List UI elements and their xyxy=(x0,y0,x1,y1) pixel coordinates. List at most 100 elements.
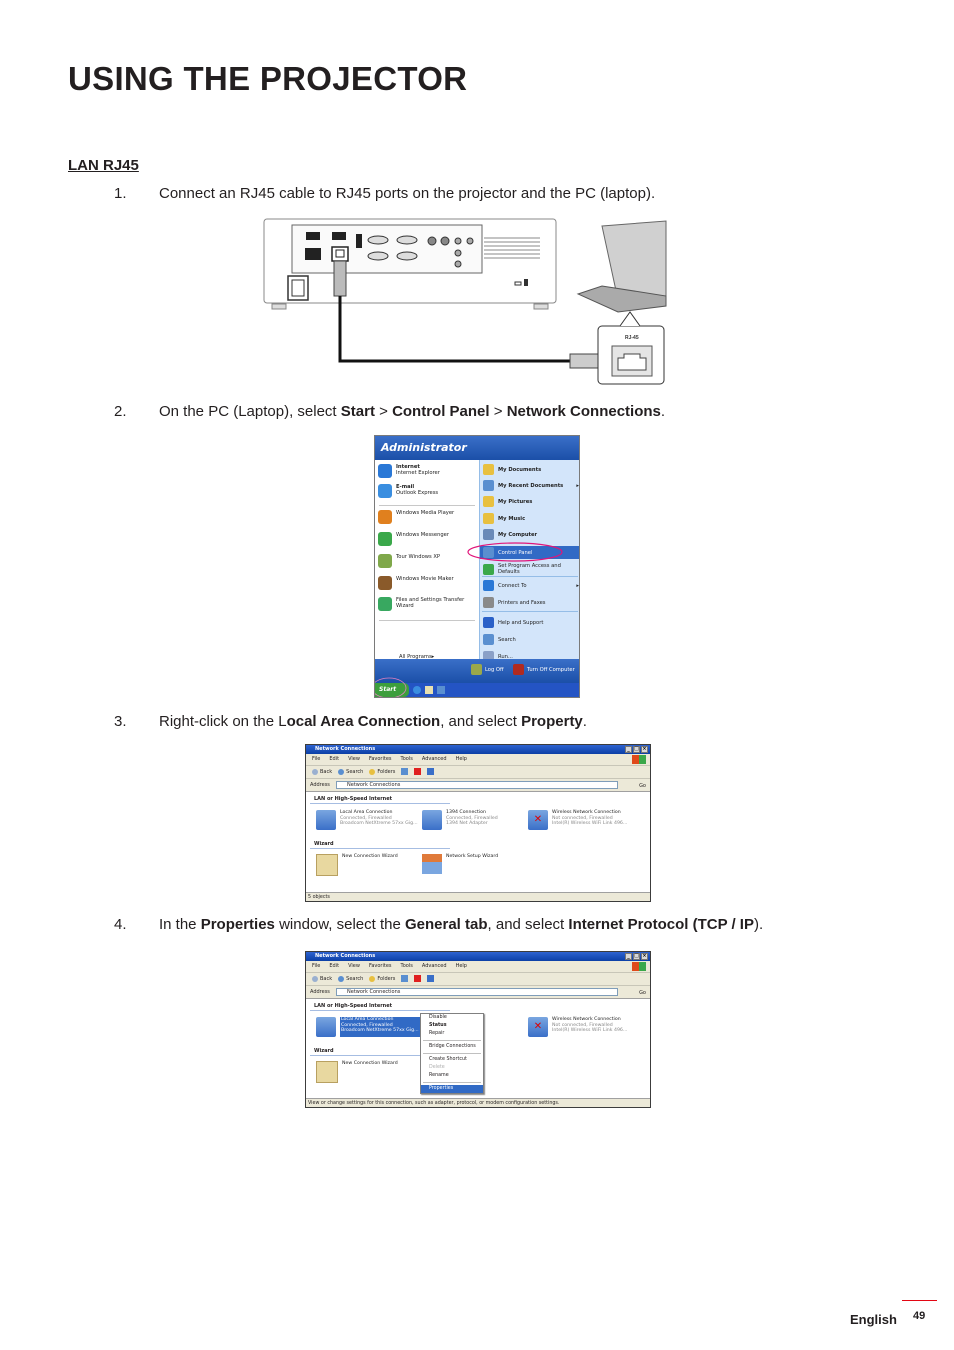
minimize-button[interactable]: _ xyxy=(625,746,632,753)
undo-icon[interactable] xyxy=(401,975,409,982)
start-menu-program[interactable]: Windows Messenger xyxy=(378,532,472,546)
context-menu-item-repair[interactable]: Repair xyxy=(421,1030,483,1038)
toolbar-folders-button[interactable]: Folders xyxy=(369,973,395,985)
network-connections-window-context: Network Connections _ □ × File Edit View Favo… xyxy=(305,951,651,1108)
start-menu-item[interactable]: My Pictures xyxy=(483,496,579,507)
start-menu-item[interactable]: My Music xyxy=(483,513,579,524)
views-icon[interactable] xyxy=(427,975,435,982)
connection-local-area[interactable]: Local Area Connection Connected, Firewall… xyxy=(316,810,418,830)
home-network-icon xyxy=(422,854,442,874)
menu-advanced[interactable]: Advanced xyxy=(422,961,447,972)
context-menu-item-disable[interactable]: Disable xyxy=(421,1014,483,1022)
group-header-wizard: Wizard xyxy=(314,1048,334,1054)
connection-local-area-selected[interactable]: Local Area Connection Connected, Firewall… xyxy=(316,1017,420,1037)
start-menu-item[interactable]: My Computer xyxy=(483,529,579,540)
connection-1394[interactable]: 1394 Connection Connected, Firewalled 1394… xyxy=(422,810,498,830)
context-menu-item-status[interactable]: Status xyxy=(421,1022,483,1030)
start-menu-item[interactable]: My Recent Documents ▸ xyxy=(483,480,579,491)
toolbar-back-button[interactable]: Back xyxy=(312,766,332,778)
toolbar-search-button[interactable]: Search xyxy=(338,973,363,985)
menu-edit[interactable]: Edit xyxy=(329,754,339,765)
delete-icon[interactable] xyxy=(414,975,422,982)
ie-quicklaunch-icon[interactable] xyxy=(413,686,421,694)
minimize-button[interactable]: _ xyxy=(625,953,632,960)
close-button[interactable]: × xyxy=(641,953,648,960)
status-bar: View or change settings for this connect… xyxy=(306,1098,650,1107)
program-icon xyxy=(378,576,392,590)
start-menu-program[interactable]: Files and Settings Transfer Wizard xyxy=(378,597,472,611)
context-menu-item-create-shortcut[interactable]: Create Shortcut xyxy=(421,1056,483,1064)
delete-icon[interactable] xyxy=(414,768,422,775)
start-menu-program[interactable]: Tour Windows XP xyxy=(378,554,472,568)
context-menu-item-properties[interactable]: Properties xyxy=(421,1085,483,1093)
start-menu-program[interactable]: Windows Media Player xyxy=(378,510,472,524)
menu-advanced[interactable]: Advanced xyxy=(422,754,447,765)
xp-start-menu: Administrator Internet Internet Explorer E… xyxy=(374,435,580,698)
menu-item-label: My Pictures xyxy=(498,498,533,505)
start-menu-item[interactable]: Search xyxy=(483,634,579,645)
group-header-lan: LAN or High-Speed Internet xyxy=(314,1003,393,1009)
start-menu-item[interactable]: Printers and Faxes xyxy=(483,597,579,608)
start-menu-item[interactable]: Connect To ▸ xyxy=(483,580,579,591)
step-text-part: > xyxy=(489,403,507,420)
views-icon[interactable] xyxy=(427,768,435,775)
menu-view[interactable]: View xyxy=(348,754,360,765)
menu-view[interactable]: View xyxy=(348,961,360,972)
menu-file[interactable]: File xyxy=(312,961,320,972)
connection-wireless[interactable]: ✕ Wireless Network Connection Not connect… xyxy=(528,1017,627,1037)
start-menu-item[interactable]: Set Program Access and Defaults xyxy=(483,563,579,575)
step-text-part: Right-click on the L xyxy=(159,713,287,730)
go-button[interactable]: Go xyxy=(639,780,646,792)
log-off-button[interactable]: Log Off xyxy=(471,664,504,675)
menu-help[interactable]: Help xyxy=(456,961,467,972)
connection-wireless[interactable]: ✕ Wireless Network Connection Not connect… xyxy=(528,810,627,830)
toolbar-back-button[interactable]: Back xyxy=(312,973,332,985)
search-icon xyxy=(338,975,345,982)
wizard-new-connection[interactable]: New Connection Wizard xyxy=(316,1061,398,1083)
context-menu-item-bridge-connections[interactable]: Bridge Connections xyxy=(421,1043,483,1051)
address-input[interactable]: Network Connections xyxy=(336,988,618,996)
start-menu-item[interactable]: Help and Support xyxy=(483,617,579,628)
address-bar: Address Network Connections Go xyxy=(306,779,650,792)
menu-favorites[interactable]: Favorites xyxy=(369,754,392,765)
undo-icon[interactable] xyxy=(401,768,409,775)
step-text: On the PC (Laptop), select Start > Contr… xyxy=(159,403,665,420)
start-menu-program[interactable]: Internet Internet Explorer xyxy=(378,464,472,478)
menu-item-label: My Computer xyxy=(498,531,538,538)
footer-accent-line xyxy=(902,1300,937,1301)
go-button[interactable]: Go xyxy=(639,987,646,999)
menu-favorites[interactable]: Favorites xyxy=(369,961,392,972)
step-emphasis: General tab xyxy=(404,916,488,933)
close-button[interactable]: × xyxy=(641,746,648,753)
step-number: 3. xyxy=(114,713,127,730)
start-menu-program[interactable]: Windows Movie Maker xyxy=(378,576,472,590)
connections-pane: LAN or High-Speed Internet Local Area Co… xyxy=(306,792,650,894)
toolbar-folders-button[interactable]: Folders xyxy=(369,766,395,778)
menu-item-icon xyxy=(483,580,494,591)
step-text: Connect an RJ45 cable to RJ45 ports on t… xyxy=(159,185,655,202)
start-menu-item[interactable]: My Documents xyxy=(483,464,579,475)
menu-help[interactable]: Help xyxy=(456,754,467,765)
menu-bar: File Edit View Favorites Tools Advanced Help xyxy=(306,961,650,973)
wizard-new-connection[interactable]: New Connection Wizard xyxy=(316,854,398,876)
menu-edit[interactable]: Edit xyxy=(329,961,339,972)
address-input[interactable]: Network Connections xyxy=(336,781,618,789)
menu-item-icon xyxy=(483,496,494,507)
wizard-network-setup[interactable]: Network Setup Wizard xyxy=(422,854,498,874)
context-menu-item-delete[interactable]: Delete xyxy=(421,1064,483,1072)
context-menu-item-rename[interactable]: Rename xyxy=(421,1072,483,1080)
explorer-quicklaunch-icon[interactable] xyxy=(437,686,445,694)
notepad-quicklaunch-icon[interactable] xyxy=(425,686,433,694)
turn-off-button[interactable]: Turn Off Computer xyxy=(513,664,575,675)
context-menu: Disable Status Repair Bridge Connections Cre… xyxy=(420,1013,484,1094)
menu-file[interactable]: File xyxy=(312,754,320,765)
page-title: USING THE PROJECTOR xyxy=(68,60,468,97)
menu-tools[interactable]: Tools xyxy=(401,754,413,765)
menu-tools[interactable]: Tools xyxy=(401,961,413,972)
projector-connection-diagram: RJ-45 xyxy=(262,216,668,386)
maximize-button[interactable]: □ xyxy=(633,746,640,753)
maximize-button[interactable]: □ xyxy=(633,953,640,960)
toolbar-search-button[interactable]: Search xyxy=(338,766,363,778)
start-menu-program[interactable]: E-mail Outlook Express xyxy=(378,484,472,498)
menu-item-label: My Music xyxy=(498,515,526,522)
